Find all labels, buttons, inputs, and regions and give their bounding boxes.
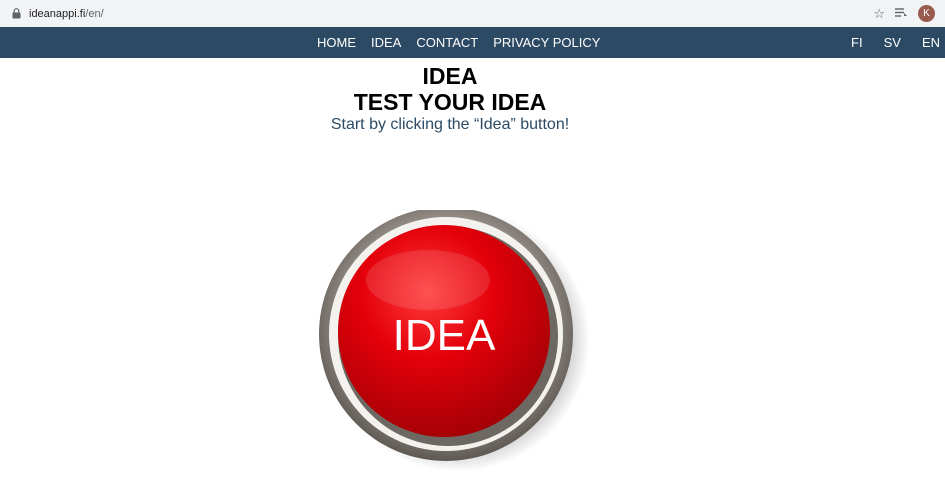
url-host[interactable]: ideanappi.fi — [29, 8, 85, 20]
language-fi-link[interactable]: FI — [851, 35, 863, 50]
browser-actions: ☆ K — [873, 0, 935, 27]
idea-button[interactable]: IDEA — [318, 210, 588, 480]
nav-privacy-policy-link[interactable]: PRIVACY POLICY — [493, 35, 600, 50]
site-navigation: HOME IDEA CONTACT PRIVACY POLICY FI SV E… — [0, 27, 945, 58]
nav-idea-link[interactable]: IDEA — [371, 35, 401, 50]
url-path[interactable]: /en/ — [85, 8, 103, 20]
bookmark-star-icon[interactable]: ☆ — [873, 7, 885, 20]
nav-contact-link[interactable]: CONTACT — [416, 35, 478, 50]
idea-button-graphic[interactable]: IDEA — [318, 210, 588, 480]
language-en-link[interactable]: EN — [922, 35, 940, 50]
page-subtitle: TEST YOUR IDEA — [353, 89, 547, 115]
instruction-text: Start by clicking the “Idea” button! — [330, 116, 570, 133]
page-header: IDEA TEST YOUR IDEA Start by clicking th… — [0, 64, 900, 135]
address-bar[interactable]: ideanappi.fi/en/ — [0, 0, 104, 27]
page-title: IDEA — [422, 63, 478, 89]
reading-list-icon[interactable] — [895, 7, 908, 20]
profile-avatar[interactable]: K — [918, 5, 935, 22]
lock-icon[interactable] — [9, 7, 23, 21]
language-switcher: FI SV EN — [851, 27, 940, 58]
idea-button-label: IDEA — [393, 311, 496, 360]
main-menu: HOME IDEA CONTACT PRIVACY POLICY — [317, 27, 600, 58]
language-sv-link[interactable]: SV — [884, 35, 901, 50]
nav-home-link[interactable]: HOME — [317, 35, 356, 50]
browser-toolbar: ideanappi.fi/en/ ☆ K — [0, 0, 945, 27]
